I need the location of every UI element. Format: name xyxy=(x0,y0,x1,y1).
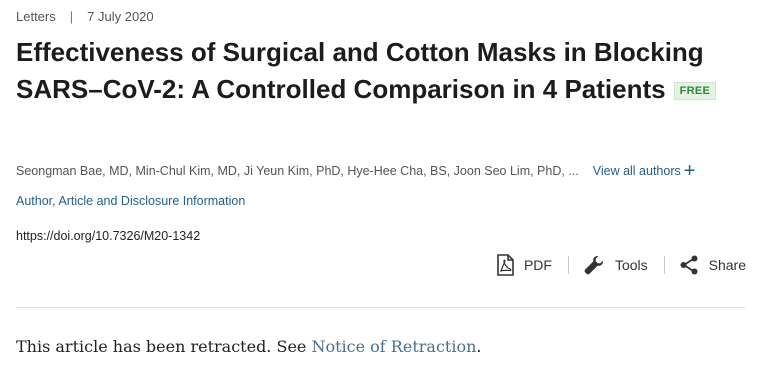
view-all-authors-label: View all authors xyxy=(592,164,681,178)
retraction-notice: This article has been retracted. See Not… xyxy=(16,337,481,356)
view-all-authors-link[interactable]: View all authors + xyxy=(592,160,696,182)
free-badge: FREE xyxy=(673,82,717,100)
doi-link[interactable]: https://doi.org/10.7326/M20-1342 xyxy=(16,229,200,243)
plus-icon: + xyxy=(683,160,696,182)
article-toolbar: PDF Tools Share xyxy=(496,252,746,278)
section-divider xyxy=(16,307,745,308)
share-label: Share xyxy=(708,257,746,273)
retraction-period: . xyxy=(476,337,482,356)
tools-button[interactable]: Tools xyxy=(583,254,648,276)
meta-separator: | xyxy=(69,9,74,24)
share-button[interactable]: Share xyxy=(679,254,746,276)
toolbar-divider xyxy=(567,256,569,274)
pdf-icon xyxy=(496,254,514,276)
toolbar-divider xyxy=(663,256,665,274)
share-icon xyxy=(679,254,699,276)
article-title: Effectiveness of Surgical and Cotton Mas… xyxy=(16,34,751,108)
author-disclosure-link[interactable]: Author, Article and Disclosure Informati… xyxy=(16,194,245,208)
pdf-button[interactable]: PDF xyxy=(496,254,552,276)
wrench-icon xyxy=(583,254,605,276)
authors-row: Seongman Bae, MD, Min-Chul Kim, MD, Ji Y… xyxy=(16,160,751,182)
notice-of-retraction-link[interactable]: Notice of Retraction xyxy=(311,337,476,356)
retraction-text: This article has been retracted. See xyxy=(16,337,312,356)
tools-label: Tools xyxy=(614,257,648,273)
author-list: Seongman Bae, MD, Min-Chul Kim, MD, Ji Y… xyxy=(16,164,579,178)
publication-date: 7 July 2020 xyxy=(87,9,154,24)
pdf-label: PDF xyxy=(523,257,552,273)
article-meta: Letters | 7 July 2020 xyxy=(16,9,154,24)
article-title-text: Effectiveness of Surgical and Cotton Mas… xyxy=(16,37,704,104)
article-type: Letters xyxy=(16,9,56,24)
